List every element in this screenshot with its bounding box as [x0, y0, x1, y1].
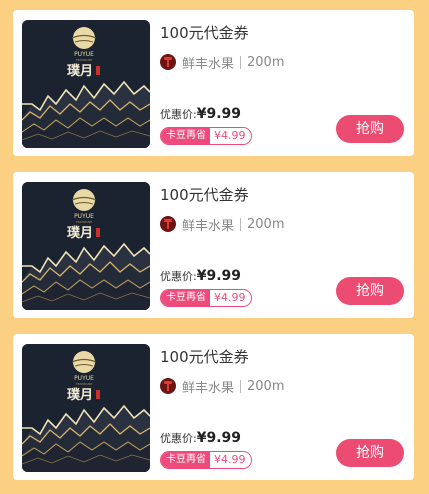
shop-name: 鲜丰水果: [182, 380, 235, 396]
badge-label: 卡豆再省: [161, 452, 210, 468]
svg-text:PUYUE: PUYUE: [74, 213, 94, 220]
deal-title[interactable]: 100元代金券: [160, 346, 249, 367]
shop-logo-icon: [160, 54, 176, 70]
deal-title[interactable]: 100元代金券: [160, 22, 249, 43]
teahouse-logo-image: PUYUE TEAHOUSE 璞月: [22, 344, 150, 472]
price-row: 优惠价: ¥9.99: [160, 268, 241, 284]
kadou-savings-badge: 卡豆再省 ¥4.99: [160, 127, 252, 145]
svg-text:TEAHOUSE: TEAHOUSE: [75, 58, 92, 62]
buy-button[interactable]: 抢购: [336, 439, 404, 467]
shop-logo-icon: [160, 216, 176, 232]
shop-logo-icon: [160, 378, 176, 394]
deal-card[interactable]: PUYUE TEAHOUSE 璞月 100元代金券 鲜丰水果 200m 优惠价:…: [13, 172, 414, 318]
divider: [240, 217, 242, 231]
deal-title[interactable]: 100元代金券: [160, 184, 249, 205]
price-value: ¥9.99: [196, 106, 242, 122]
deal-card[interactable]: PUYUE TEAHOUSE 璞月 100元代金券 鲜丰水果 200m 优惠价:…: [13, 334, 414, 480]
svg-text:TEAHOUSE: TEAHOUSE: [75, 220, 92, 224]
svg-text:PUYUE: PUYUE: [74, 51, 94, 58]
deal-thumbnail[interactable]: PUYUE TEAHOUSE 璞月: [22, 20, 150, 148]
shop-info[interactable]: 鲜丰水果 200m: [160, 53, 285, 72]
svg-text:TEAHOUSE: TEAHOUSE: [75, 382, 92, 386]
kadou-savings-badge: 卡豆再省 ¥4.99: [160, 451, 252, 469]
badge-label: 卡豆再省: [161, 290, 210, 306]
shop-name: 鲜丰水果: [182, 56, 235, 72]
shop-distance: 200m: [247, 54, 285, 70]
shop-name: 鲜丰水果: [182, 218, 235, 234]
teahouse-logo-image: PUYUE TEAHOUSE 璞月: [22, 20, 150, 148]
divider: [240, 379, 242, 393]
deal-thumbnail[interactable]: PUYUE TEAHOUSE 璞月: [22, 344, 150, 472]
shop-info[interactable]: 鲜丰水果 200m: [160, 377, 285, 396]
shop-info[interactable]: 鲜丰水果 200m: [160, 215, 285, 234]
buy-button[interactable]: 抢购: [336, 115, 404, 143]
svg-text:PUYUE: PUYUE: [74, 375, 94, 382]
price-row: 优惠价: ¥9.99: [160, 430, 241, 446]
deal-thumbnail[interactable]: PUYUE TEAHOUSE 璞月: [22, 182, 150, 310]
deal-list: PUYUE TEAHOUSE 璞月 100元代金券 鲜丰水果 200m 优惠价:…: [0, 0, 429, 494]
deal-card[interactable]: PUYUE TEAHOUSE 璞月 100元代金券 鲜丰水果 200m 优惠价:…: [13, 10, 414, 156]
price-row: 优惠价: ¥9.99: [160, 106, 241, 122]
shop-distance: 200m: [247, 216, 285, 232]
badge-label: 卡豆再省: [161, 128, 210, 144]
price-label: 优惠价:: [160, 432, 197, 445]
badge-value: ¥4.99: [210, 290, 251, 306]
price-label: 优惠价:: [160, 270, 197, 283]
shop-distance: 200m: [247, 378, 285, 394]
divider: [240, 55, 242, 69]
badge-value: ¥4.99: [210, 452, 251, 468]
price-value: ¥9.99: [196, 268, 242, 284]
svg-text:璞月: 璞月: [67, 63, 93, 79]
badge-value: ¥4.99: [210, 128, 251, 144]
kadou-savings-badge: 卡豆再省 ¥4.99: [160, 289, 252, 307]
teahouse-logo-image: PUYUE TEAHOUSE 璞月: [22, 182, 150, 310]
svg-text:璞月: 璞月: [67, 387, 93, 403]
price-label: 优惠价:: [160, 108, 197, 121]
buy-button[interactable]: 抢购: [336, 277, 404, 305]
price-value: ¥9.99: [196, 430, 242, 446]
svg-text:璞月: 璞月: [67, 225, 93, 241]
